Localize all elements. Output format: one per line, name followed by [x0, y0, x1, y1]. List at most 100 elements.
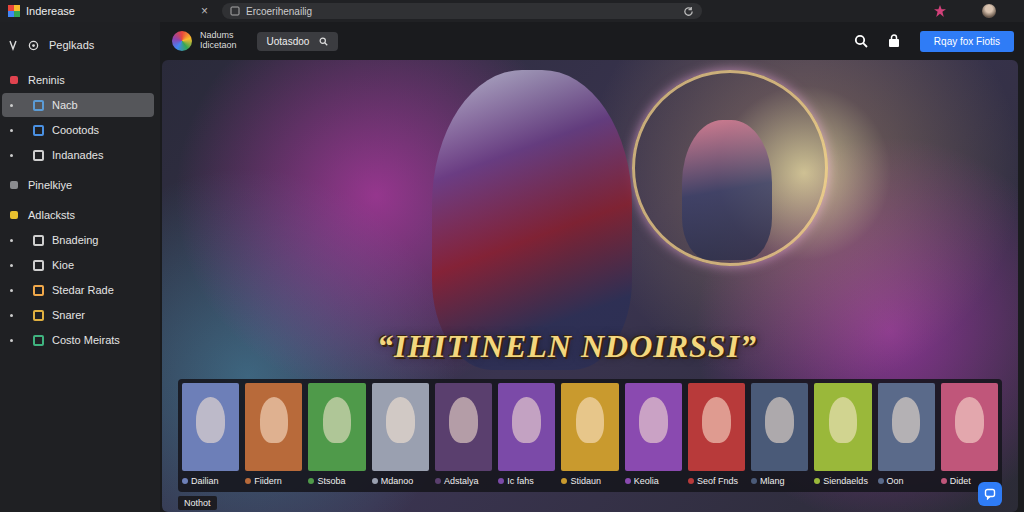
sidebar-item[interactable]: Nacb — [2, 93, 154, 117]
sidebar-item[interactable]: Costo Meirats — [2, 328, 154, 352]
tab-close-button[interactable]: × — [201, 4, 208, 18]
page-icon — [230, 6, 240, 16]
cta-button[interactable]: Rqay fox Fiotis — [920, 31, 1014, 52]
bullet-icon — [10, 264, 13, 267]
app-body: Peglkads Reninis Nacb CoootodsIndanades Pine… — [0, 22, 1024, 512]
sidebar: Peglkads Reninis Nacb CoootodsIndanades Pine… — [0, 22, 160, 512]
character-name: Siendaelds — [823, 476, 868, 486]
bullet-icon — [10, 104, 13, 107]
brand-name[interactable]: NadumsIdicetaon — [200, 31, 237, 51]
character-head — [323, 397, 352, 443]
hero-figure — [432, 70, 632, 370]
sidebar-item[interactable]: Reninis — [2, 68, 154, 92]
character-portrait — [941, 383, 998, 471]
character-head — [765, 397, 794, 443]
character-label: Keolia — [625, 474, 682, 488]
character-card[interactable]: Adstalya — [435, 383, 492, 488]
character-dot-icon — [688, 478, 694, 484]
character-portrait — [245, 383, 302, 471]
character-dot-icon — [435, 478, 441, 484]
back-icon[interactable] — [8, 39, 18, 51]
item-icon — [33, 260, 44, 271]
tab-title: Inderease — [26, 5, 195, 17]
address-bar[interactable]: Ercoerihenailig — [222, 3, 702, 19]
character-card[interactable]: Stsoba — [308, 383, 365, 488]
circle-icon — [28, 40, 39, 51]
profile-avatar-icon[interactable] — [982, 4, 996, 18]
character-card[interactable]: Ic fahs — [498, 383, 555, 488]
browser-tab[interactable]: Inderease × — [8, 4, 208, 18]
sidebar-item[interactable]: Adlacksts — [2, 203, 154, 227]
sidebar-item[interactable]: Pinelkiye — [2, 173, 154, 197]
sidebar-item-label: Reninis — [28, 74, 65, 86]
address-text: Ercoerihenailig — [246, 6, 677, 17]
character-card[interactable]: Siendaelds — [814, 383, 871, 488]
brand-line: Nadums — [200, 31, 237, 41]
character-portrait — [688, 383, 745, 471]
character-label: Stidaun — [561, 474, 618, 488]
character-card[interactable]: Keolia — [625, 383, 682, 488]
item-icon — [33, 285, 44, 296]
strip-caption: Nothot — [178, 496, 217, 510]
chat-button[interactable] — [978, 482, 1002, 506]
section-icon — [10, 76, 18, 84]
character-card[interactable]: Fiidern — [245, 383, 302, 488]
character-portrait — [372, 383, 429, 471]
character-label: Dailian — [182, 474, 239, 488]
character-head — [512, 397, 541, 443]
sidebar-item-label: Bnadeing — [52, 234, 99, 246]
character-strip: Dailian FiidernStsobaMdanoo Adstalya Ic fah… — [178, 379, 1002, 492]
sidebar-item-label: Stedar Rade — [52, 284, 114, 296]
sidebar-item[interactable]: Indanades — [2, 143, 154, 167]
character-name: Dailian — [191, 476, 219, 486]
sidebar-item[interactable]: Bnadeing — [2, 228, 154, 252]
companion-figure — [682, 120, 772, 260]
browser-actions — [934, 4, 1016, 18]
character-card[interactable]: Mlang — [751, 383, 808, 488]
character-card[interactable]: Mdanoo — [372, 383, 429, 488]
chat-icon — [984, 488, 996, 500]
extension-icon[interactable] — [934, 5, 946, 17]
sidebar-item-label: Nacb — [52, 99, 78, 111]
sidebar-item[interactable]: Coootods — [2, 118, 154, 142]
character-portrait — [561, 383, 618, 471]
main-area: NadumsIdicetaon Uotasdoo Rqay fox Fiotis “I… — [160, 22, 1024, 512]
reload-icon[interactable] — [683, 6, 694, 17]
bullet-icon — [10, 154, 13, 157]
character-card[interactable]: Oon — [878, 383, 935, 488]
hero-banner: “IHITINELN NDOIRSSI” Dailian FiidernStsoba… — [162, 60, 1018, 512]
character-name: Seof Fnds — [697, 476, 738, 486]
character-card[interactable]: Dailian — [182, 383, 239, 488]
character-dot-icon — [372, 478, 378, 484]
character-dot-icon — [814, 478, 820, 484]
character-dot-icon — [182, 478, 188, 484]
sidebar-item-label: Adlacksts — [28, 209, 75, 221]
character-head — [386, 397, 415, 443]
search-chip[interactable]: Uotasdoo — [257, 32, 339, 51]
brand-line: Idicetaon — [200, 41, 237, 51]
sidebar-item[interactable]: Kioe — [2, 253, 154, 277]
sidebar-item[interactable]: Stedar Rade — [2, 278, 154, 302]
character-head — [196, 397, 225, 443]
brand-logo-icon[interactable] — [172, 31, 192, 51]
item-icon — [33, 100, 44, 111]
sidebar-title: Peglkads — [49, 39, 94, 51]
character-head — [955, 397, 984, 443]
character-card[interactable]: Didet — [941, 383, 998, 488]
sidebar-item[interactable]: Snarer — [2, 303, 154, 327]
search-icon[interactable] — [854, 34, 868, 48]
sidebar-header[interactable]: Peglkads — [2, 34, 154, 56]
character-head — [829, 397, 858, 443]
character-card[interactable]: Stidaun — [561, 383, 618, 488]
character-label: Adstalya — [435, 474, 492, 488]
top-header: NadumsIdicetaon Uotasdoo Rqay fox Fiotis — [160, 22, 1024, 60]
character-portrait — [498, 383, 555, 471]
character-card[interactable]: Seof Fnds — [688, 383, 745, 488]
character-dot-icon — [625, 478, 631, 484]
character-dot-icon — [498, 478, 504, 484]
hero-title: “IHITINELN NDOIRSSI” — [377, 328, 757, 365]
character-name: Stidaun — [570, 476, 601, 486]
bag-icon[interactable] — [888, 34, 900, 48]
item-icon — [33, 235, 44, 246]
character-portrait — [182, 383, 239, 471]
